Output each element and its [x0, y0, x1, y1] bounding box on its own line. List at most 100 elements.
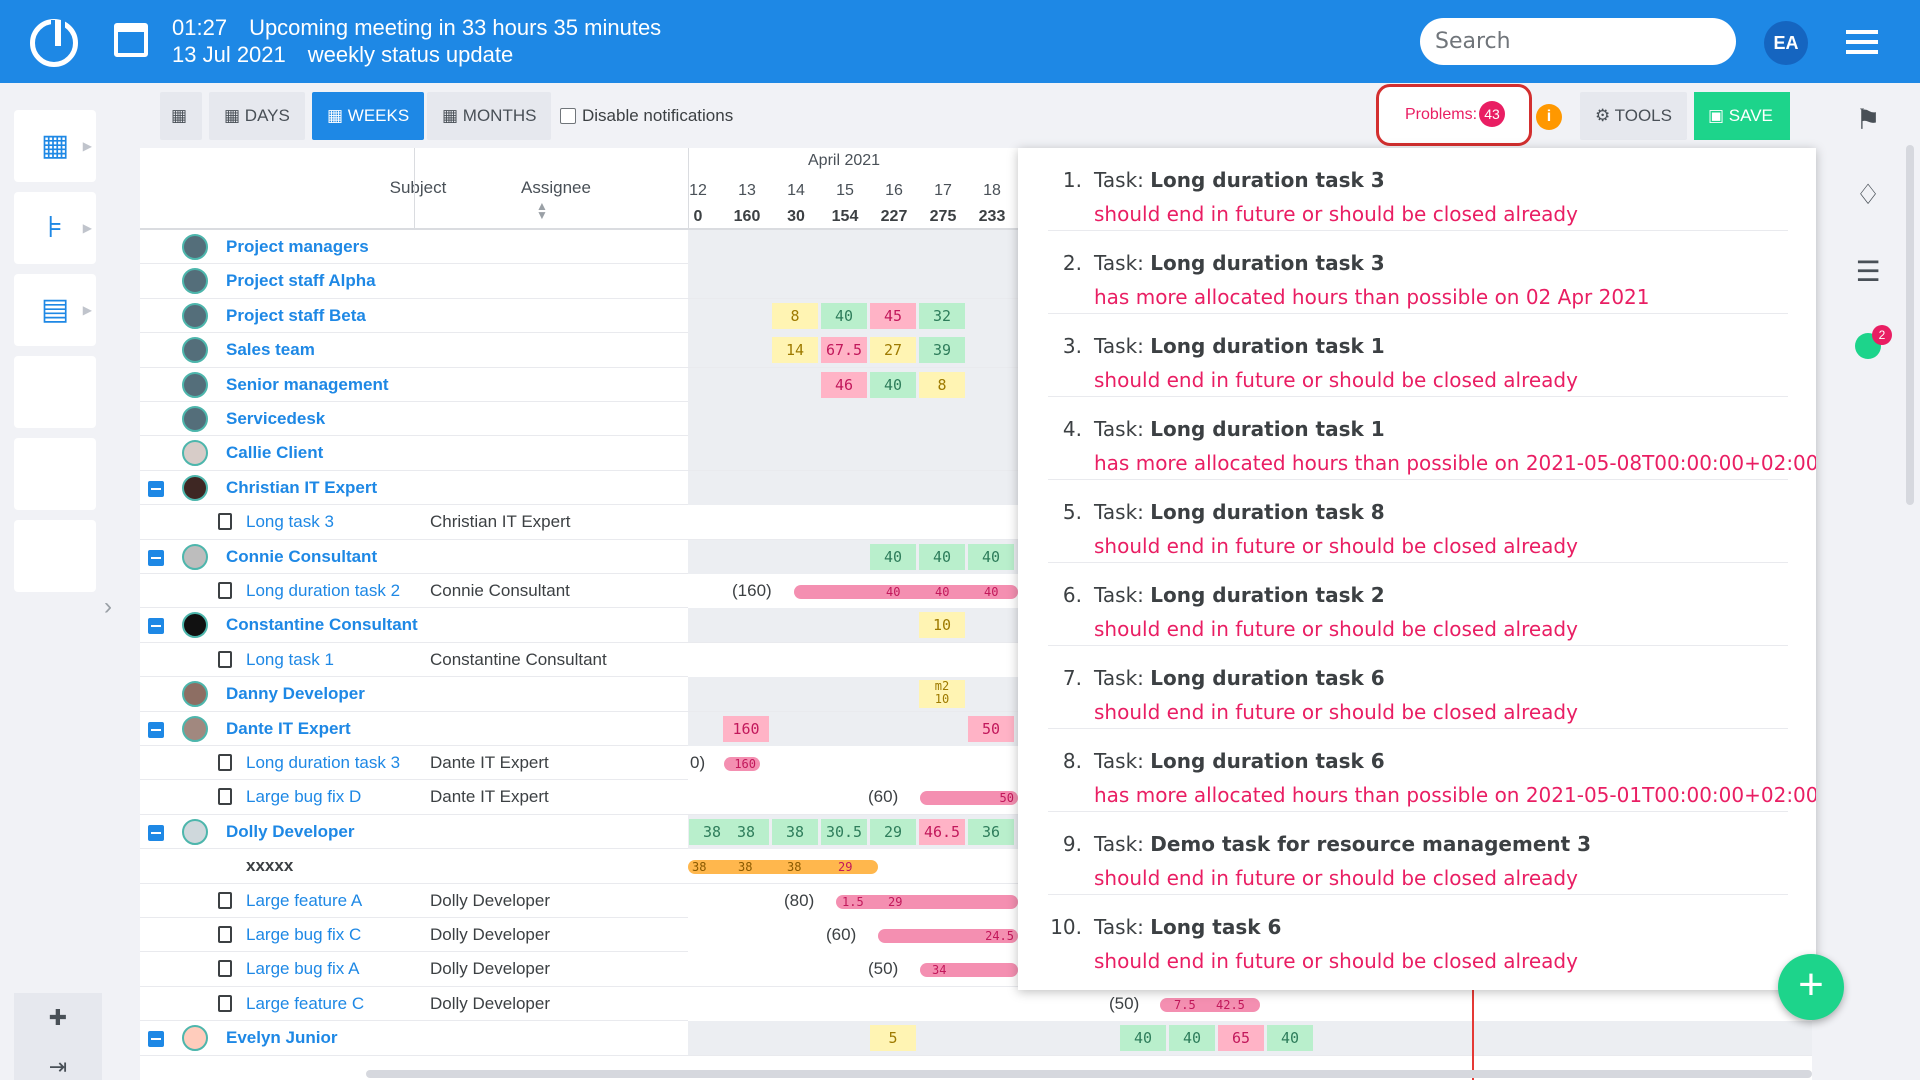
- alloc-cell[interactable]: 46: [821, 371, 867, 398]
- problem-item[interactable]: 1. Task: Long duration task 3 should end i…: [1048, 148, 1788, 231]
- user-avatar[interactable]: EA: [1764, 21, 1808, 65]
- problems-button[interactable]: Problems: 43: [1376, 84, 1532, 146]
- task-bar[interactable]: 160: [724, 757, 760, 771]
- task-name[interactable]: Large feature C: [246, 987, 364, 1020]
- problem-item[interactable]: 10. Task: Long task 6 should end in future…: [1048, 895, 1788, 978]
- flag-icon[interactable]: ⚑: [1846, 103, 1890, 136]
- task-name[interactable]: xxxxx: [246, 849, 293, 882]
- alloc-cell[interactable]: 40: [1120, 1025, 1166, 1052]
- alloc-cell[interactable]: 36: [968, 818, 1014, 845]
- sort-icon[interactable]: ▲ ▼: [536, 200, 548, 221]
- task-name[interactable]: Long duration task 3: [246, 746, 400, 779]
- checkbox-icon[interactable]: [560, 108, 576, 124]
- alloc-cell[interactable]: 8: [772, 302, 818, 329]
- alloc-cell[interactable]: 30.5: [821, 818, 867, 845]
- resource-name[interactable]: Project managers: [226, 230, 369, 263]
- resource-name[interactable]: Connie Consultant: [226, 540, 377, 573]
- collapse-icon[interactable]: [148, 721, 164, 738]
- alloc-cell[interactable]: 40: [919, 543, 965, 570]
- task-name[interactable]: Large bug fix D: [246, 780, 361, 813]
- task-bar[interactable]: 34: [920, 963, 1018, 978]
- alloc-cell[interactable]: 160: [723, 715, 769, 742]
- task-bar[interactable]: 38 38 38 29: [688, 860, 878, 875]
- task-name[interactable]: Large bug fix A: [246, 952, 359, 985]
- alloc-cell[interactable]: 38: [723, 818, 769, 845]
- task-name[interactable]: Large feature A: [246, 884, 362, 917]
- task-name[interactable]: Long task 3: [246, 505, 334, 538]
- save-button[interactable]: ▣ SAVE: [1694, 92, 1790, 140]
- alloc-cell[interactable]: 46.5: [919, 818, 965, 845]
- dashboard-button[interactable]: ▦ ▶: [14, 110, 96, 182]
- task-bar[interactable]: 50: [920, 791, 1018, 806]
- lightbulb-icon[interactable]: ♢: [1846, 178, 1890, 211]
- alloc-cell[interactable]: 50: [968, 715, 1014, 742]
- collapse-icon[interactable]: [148, 1031, 164, 1048]
- logout-icon[interactable]: ⇥: [14, 1042, 102, 1080]
- resource-name[interactable]: Sales team: [226, 333, 315, 366]
- task-name[interactable]: Large bug fix C: [246, 918, 361, 951]
- checklist-icon[interactable]: ☰: [1846, 255, 1890, 288]
- info-icon[interactable]: i: [1536, 104, 1562, 130]
- resource-name[interactable]: Christian IT Expert: [226, 471, 377, 504]
- alloc-cell[interactable]: 8: [919, 371, 965, 398]
- problem-item[interactable]: 5. Task: Long duration task 8 should end i…: [1048, 480, 1788, 563]
- task-bar[interactable]: 1.5 29: [836, 894, 1018, 909]
- collapse-icon[interactable]: [148, 549, 164, 566]
- add-fab-button[interactable]: +: [1778, 954, 1844, 1020]
- alloc-cell[interactable]: m2 10: [919, 680, 965, 709]
- problem-item[interactable]: 4. Task: Long duration task 1 has more all…: [1048, 397, 1816, 480]
- meeting-info[interactable]: 01:27 Upcoming meeting in 33 hours 35 min…: [172, 14, 661, 68]
- hierarchy-button[interactable]: ⊧ ▶: [14, 192, 96, 264]
- task-bar[interactable]: 7.5 42.5: [1160, 997, 1260, 1012]
- alloc-cell[interactable]: 65: [1218, 1025, 1264, 1052]
- horizontal-scrollbar[interactable]: [366, 1070, 1812, 1078]
- alloc-cell[interactable]: 14: [772, 337, 818, 364]
- alloc-cell[interactable]: 40: [821, 302, 867, 329]
- task-bar[interactable]: 40 40 40: [794, 585, 1018, 599]
- problem-item[interactable]: 6. Task: Long duration task 2 should end i…: [1048, 563, 1788, 646]
- resource-name[interactable]: Servicedesk: [226, 402, 325, 435]
- days-button[interactable]: ▦ DAYS: [209, 92, 305, 140]
- alloc-cell[interactable]: 27: [870, 337, 916, 364]
- months-button[interactable]: ▦ MONTHS: [427, 92, 552, 140]
- weeks-button[interactable]: ▦ WEEKS: [312, 92, 425, 140]
- resource-name[interactable]: Callie Client: [226, 436, 323, 469]
- alloc-cell[interactable]: 40: [968, 543, 1014, 570]
- alloc-cell[interactable]: 10: [919, 612, 965, 639]
- resource-name[interactable]: Senior management: [226, 368, 389, 401]
- disable-notifications-checkbox[interactable]: Disable notifications: [560, 104, 733, 128]
- alloc-cell[interactable]: 40: [870, 543, 916, 570]
- task-name[interactable]: Long duration task 2: [246, 574, 400, 607]
- add-user-icon[interactable]: ✚: [14, 993, 102, 1042]
- expand-sidebar-icon[interactable]: ›: [104, 593, 112, 621]
- vertical-scrollbar[interactable]: [1906, 145, 1914, 505]
- alloc-cell[interactable]: 45: [870, 302, 916, 329]
- app-logo-icon[interactable]: [30, 19, 78, 67]
- problem-item[interactable]: 7. Task: Long duration task 6 should end i…: [1048, 646, 1788, 729]
- table-row[interactable]: Evelyn Junior 5 40 40 65 40: [140, 1021, 1812, 1056]
- today-button[interactable]: ▦: [160, 92, 202, 140]
- problem-item[interactable]: 2. Task: Long duration task 3 has more all…: [1048, 231, 1788, 314]
- collapse-icon[interactable]: [148, 824, 164, 841]
- resource-name[interactable]: Evelyn Junior: [226, 1021, 337, 1054]
- alloc-cell[interactable]: 39: [919, 337, 965, 364]
- collapse-icon[interactable]: [148, 618, 164, 635]
- alloc-cell[interactable]: 40: [1267, 1025, 1313, 1052]
- problem-item[interactable]: 9. Task: Demo task for resource managemen…: [1048, 812, 1788, 895]
- resource-name[interactable]: Dolly Developer: [226, 815, 355, 848]
- alloc-cell[interactable]: 38: [772, 818, 818, 845]
- alloc-cell[interactable]: 5: [870, 1025, 916, 1052]
- problem-item[interactable]: 8. Task: Long duration task 6 has more all…: [1048, 729, 1816, 812]
- task-name[interactable]: Long task 1: [246, 643, 334, 676]
- column-assignee[interactable]: Assignee: [414, 178, 698, 198]
- alloc-cell[interactable]: 40: [870, 371, 916, 398]
- resource-name[interactable]: Constantine Consultant: [226, 608, 418, 641]
- resource-name[interactable]: Project staff Alpha: [226, 264, 376, 297]
- problem-item[interactable]: 3. Task: Long duration task 1 should end i…: [1048, 314, 1788, 397]
- timer-icon[interactable]: 2: [1846, 325, 1892, 366]
- resource-name[interactable]: Danny Developer: [226, 677, 365, 710]
- alloc-cell[interactable]: 40: [1169, 1025, 1215, 1052]
- collapse-icon[interactable]: [148, 480, 164, 497]
- resource-name[interactable]: Project staff Beta: [226, 299, 366, 332]
- table-row[interactable]: Large feature C Dolly Developer (50) 7.5 4…: [140, 986, 1812, 1022]
